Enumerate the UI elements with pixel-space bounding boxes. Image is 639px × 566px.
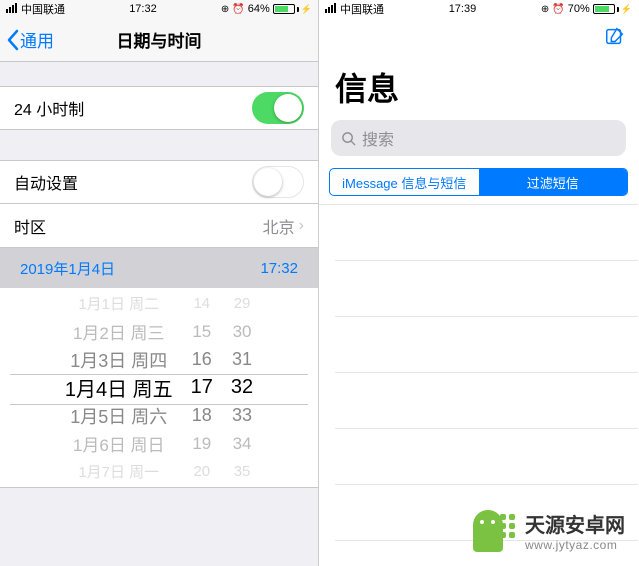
picker-col-hour[interactable]: 14 15 16 17 18 19 20 [191, 290, 213, 486]
page-title-large: 信息 [319, 58, 638, 120]
nav-bar [319, 18, 638, 58]
segmented-control: iMessage 信息与短信 过滤短信 [329, 168, 628, 196]
battery-pct: 70% [568, 3, 590, 15]
battery-pct: 64% [248, 3, 270, 15]
back-label: 通用 [20, 27, 54, 52]
status-bar: 中国联通 17:39 ⊕ ⏰ 70% ⚡ [319, 0, 638, 18]
watermark-url: www.jytyaz.com [525, 538, 625, 552]
messages-list[interactable] [319, 204, 638, 541]
carrier-label: 中国联通 [21, 1, 65, 17]
alarm-icon: ⏰ [552, 4, 564, 15]
row-date-summary[interactable]: 2019年1月4日 17:32 [0, 248, 318, 288]
compose-button[interactable] [604, 25, 626, 52]
picker-col-minute[interactable]: 29 30 31 32 33 34 35 [231, 290, 253, 486]
page-title: 日期与时间 [117, 27, 202, 52]
status-time: 17:39 [449, 3, 477, 15]
phone-settings: 中国联通 17:32 ⊕ ⏰ 64% ⚡ 通用 日期与时间 24 小时制 [0, 0, 319, 566]
chevron-left-icon [6, 29, 20, 51]
search-icon [341, 131, 356, 146]
back-button[interactable]: 通用 [6, 27, 54, 52]
date-time-picker[interactable]: 1月1日 周二 1月2日 周三 1月3日 周四 1月4日 周五 1月5日 周六 … [0, 288, 318, 488]
row-24h-label: 24 小时制 [14, 96, 84, 120]
list-item[interactable] [335, 429, 638, 485]
chevron-right-icon: › [299, 217, 304, 235]
status-time: 17:32 [129, 3, 157, 15]
battery-icon: ⚡ [273, 4, 312, 15]
watermark-logo-icon [473, 510, 515, 552]
watermark: 天源安卓网 www.jytyaz.com [473, 509, 625, 552]
picker-col-date[interactable]: 1月1日 周二 1月2日 周三 1月3日 周四 1月4日 周五 1月5日 周六 … [65, 290, 173, 486]
row-timezone-label: 时区 [14, 214, 46, 238]
alarm-icon: ⊕ [221, 4, 229, 15]
alarm-icon: ⏰ [232, 4, 244, 15]
seg-imessage[interactable]: iMessage 信息与短信 [330, 169, 479, 195]
list-item[interactable] [335, 317, 638, 373]
row-auto-set-label: 自动设置 [14, 170, 78, 194]
search-placeholder: 搜索 [362, 126, 394, 150]
watermark-name: 天源安卓网 [525, 509, 625, 538]
summary-date: 2019年1月4日 [20, 258, 115, 279]
nav-bar: 通用 日期与时间 [0, 18, 318, 62]
carrier-label: 中国联通 [340, 1, 384, 17]
list-item[interactable] [335, 205, 638, 261]
toggle-24h[interactable] [252, 92, 304, 124]
alarm-icon: ⊕ [541, 4, 549, 15]
toggle-auto-set[interactable] [252, 166, 304, 198]
phone-messages: 中国联通 17:39 ⊕ ⏰ 70% ⚡ 信息 搜索 iMess [319, 0, 638, 566]
row-24h: 24 小时制 [0, 86, 318, 130]
search-input[interactable]: 搜索 [331, 120, 626, 156]
row-timezone-value: 北京 [263, 214, 295, 238]
status-bar: 中国联通 17:32 ⊕ ⏰ 64% ⚡ [0, 0, 318, 18]
seg-filtered[interactable]: 过滤短信 [479, 169, 628, 195]
summary-time: 17:32 [260, 260, 298, 277]
list-item[interactable] [335, 373, 638, 429]
list-item[interactable] [335, 261, 638, 317]
signal-icon [325, 3, 337, 16]
battery-icon: ⚡ [593, 4, 632, 15]
compose-icon [604, 25, 626, 47]
signal-icon [6, 3, 18, 16]
row-timezone[interactable]: 时区 北京 › [0, 204, 318, 248]
row-auto-set: 自动设置 [0, 160, 318, 204]
